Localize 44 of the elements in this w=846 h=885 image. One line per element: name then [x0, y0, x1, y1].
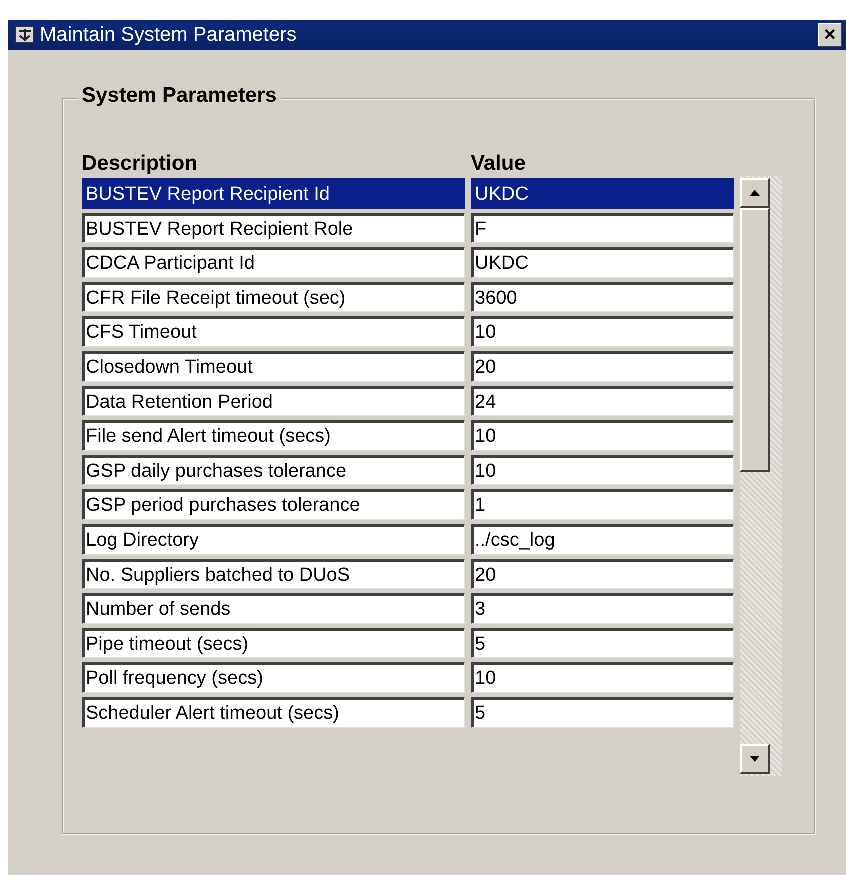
value-field[interactable]: 24 — [471, 386, 734, 416]
value-field[interactable]: F — [471, 212, 734, 244]
description-field[interactable]: GSP period purchases tolerance — [82, 489, 465, 520]
description-field[interactable]: CFS Timeout — [82, 316, 465, 347]
value-field[interactable]: 3 — [471, 593, 734, 624]
description-field[interactable]: Pipe timeout (secs) — [82, 628, 465, 658]
scroll-down-button[interactable] — [740, 744, 770, 774]
value-field[interactable]: 20 — [471, 558, 734, 590]
scroll-up-button[interactable] — [740, 178, 770, 208]
description-field[interactable]: Poll frequency (secs) — [82, 662, 465, 693]
column-header: Description — [82, 152, 199, 176]
value-field[interactable]: 20 — [471, 350, 734, 382]
description-field[interactable]: CFR File Receipt timeout (sec) — [82, 282, 465, 312]
down-arrow-icon — [750, 756, 760, 762]
scroll-thumb[interactable] — [740, 208, 770, 472]
value-field[interactable]: 5 — [471, 628, 734, 658]
description-field[interactable]: Data Retention Period — [82, 386, 465, 416]
up-arrow-icon — [750, 190, 760, 196]
value-field[interactable]: 3600 — [471, 282, 734, 312]
value-field[interactable]: ../csc_log — [471, 524, 734, 555]
window-title: Maintain System Parameters — [40, 24, 298, 46]
value-field[interactable]: 5 — [471, 696, 734, 728]
frame-title: System Parameters — [78, 84, 281, 108]
value-field[interactable]: 10 — [471, 454, 734, 486]
description-field[interactable]: No. Suppliers batched to DUoS — [82, 558, 465, 590]
close-button[interactable]: × — [818, 23, 842, 47]
app-icon — [14, 24, 36, 46]
scrollbar[interactable] — [740, 176, 782, 776]
description-field[interactable]: Number of sends — [82, 593, 465, 624]
description-field[interactable]: BUSTEV Report Recipient Role — [82, 212, 465, 244]
value-field[interactable]: 10 — [471, 662, 734, 693]
description-field[interactable]: BUSTEV Report Recipient Id — [82, 178, 465, 209]
description-field[interactable]: CDCA Participant Id — [82, 247, 465, 278]
description-field[interactable]: Log Directory — [82, 524, 465, 555]
description-field[interactable]: Closedown Timeout — [82, 350, 465, 382]
description-field[interactable]: Scheduler Alert timeout (secs) — [82, 696, 465, 728]
value-field[interactable]: UKDC — [471, 178, 734, 209]
value-field[interactable]: UKDC — [471, 247, 734, 278]
description-field[interactable]: File send Alert timeout (secs) — [82, 420, 465, 451]
description-field[interactable]: GSP daily purchases tolerance — [82, 454, 465, 486]
column-header: Value — [471, 152, 526, 176]
value-field[interactable]: 10 — [471, 420, 734, 451]
value-field[interactable]: 1 — [471, 489, 734, 520]
value-field[interactable]: 10 — [471, 316, 734, 347]
